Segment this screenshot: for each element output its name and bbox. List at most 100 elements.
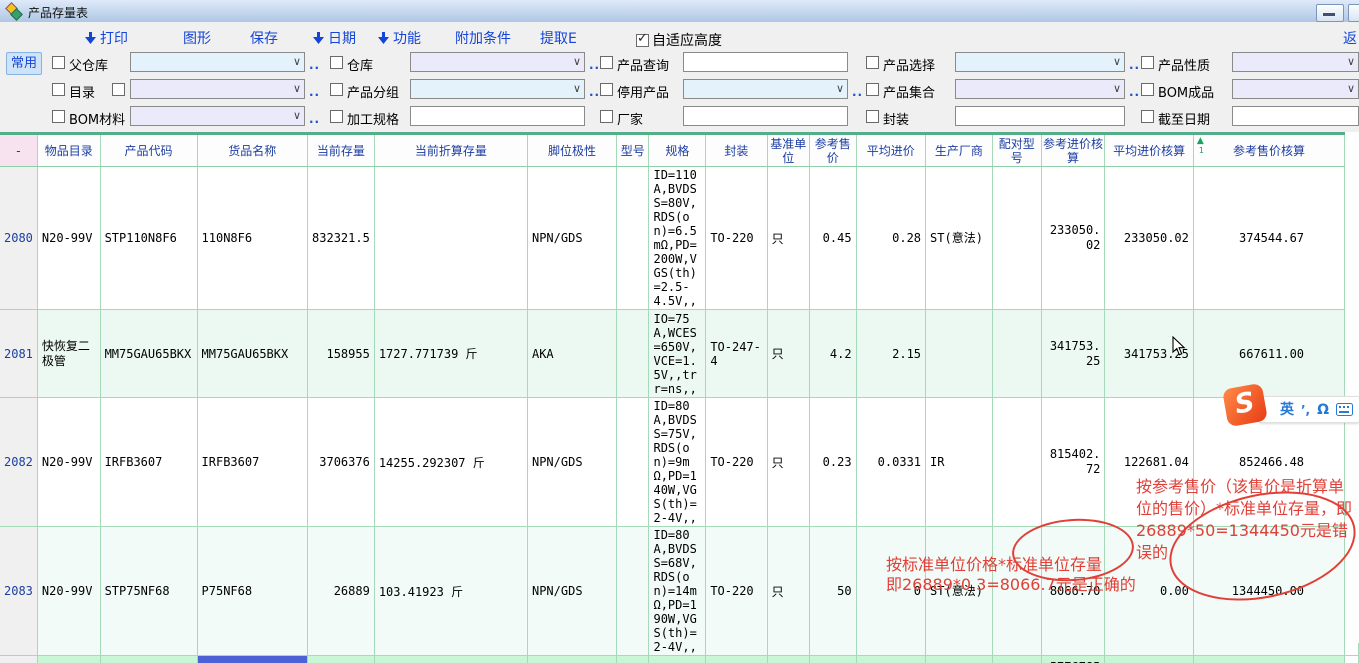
browse-dots-button[interactable]: .. bbox=[589, 85, 600, 99]
cell-model[interactable] bbox=[617, 398, 649, 527]
keyboard-icon[interactable] bbox=[1336, 403, 1353, 416]
cell-product-name[interactable]: MM75GAU65BKX bbox=[197, 310, 308, 398]
cell-pin-polarity[interactable]: NPN/GDS bbox=[527, 527, 616, 656]
cell-ref-price-calc[interactable]: 667611.00 bbox=[1193, 310, 1344, 398]
cell-pin-polarity[interactable]: AKA bbox=[527, 310, 616, 398]
cell-base-unit[interactable]: 只 bbox=[767, 656, 809, 663]
col-header-rownum[interactable]: - bbox=[0, 134, 37, 167]
col-header-ref-price-calc[interactable]: ▲1参考售价核算 bbox=[1193, 134, 1344, 167]
english-mode-icon[interactable]: 英 bbox=[1280, 403, 1294, 417]
cell-avg-cost-calc[interactable]: 233050.02 bbox=[1105, 167, 1193, 310]
col-header-model[interactable]: 型号 bbox=[617, 134, 649, 167]
cell-current-stock[interactable]: 3706376 bbox=[308, 398, 375, 527]
cell-model[interactable] bbox=[617, 167, 649, 310]
col-header-avg-cost[interactable]: 平均进价 bbox=[856, 134, 925, 167]
tab-common[interactable]: 常用 bbox=[6, 52, 42, 75]
col-header-manufacturer[interactable]: 生产厂商 bbox=[926, 134, 993, 167]
cell-product-name[interactable]: P75NF68 bbox=[197, 527, 308, 656]
col-header-ref-cost-calc[interactable]: 参考进价核算 bbox=[1041, 134, 1105, 167]
cell-ref-price[interactable]: 4.2 bbox=[809, 310, 856, 398]
filter-input[interactable] bbox=[410, 106, 585, 126]
cell-converted-stock[interactable]: 3667.8 斤 bbox=[374, 656, 527, 663]
filter-input[interactable] bbox=[955, 106, 1125, 126]
cell-converted-stock[interactable]: 1727.771739 斤 bbox=[374, 310, 527, 398]
cell-current-stock[interactable]: 26889 bbox=[308, 527, 375, 656]
cell-item-category[interactable]: N20-99V bbox=[37, 398, 100, 527]
col-header-spec[interactable]: 规格 bbox=[649, 134, 706, 167]
cell-ref-price-calc[interactable]: 23840700.00 bbox=[1193, 656, 1344, 663]
col-header-product-name[interactable]: 货品名称 bbox=[197, 134, 308, 167]
cell-ref-cost-calc[interactable]: 815402.72 bbox=[1041, 398, 1105, 527]
sogou-ime-toolbar[interactable]: 英 ’, Ω bbox=[1258, 396, 1359, 423]
col-header-item-category[interactable]: 物品目录 bbox=[37, 134, 100, 167]
cell-item-category[interactable]: 快恢复二极管 bbox=[37, 310, 100, 398]
extra-conditions-button[interactable]: 附加条件 bbox=[455, 28, 511, 48]
cell-package[interactable]: TO-220 bbox=[706, 527, 767, 656]
filter-checkbox[interactable] bbox=[330, 110, 343, 123]
cell-extra[interactable] bbox=[1345, 656, 1359, 663]
cell-avg-cost-calc[interactable]: 43096650.00 bbox=[1105, 656, 1193, 663]
filter-checkbox[interactable] bbox=[600, 83, 613, 96]
filter-checkbox[interactable] bbox=[1141, 110, 1154, 123]
window-button-partial[interactable] bbox=[1348, 4, 1359, 22]
cell-item-category[interactable]: N20-99V bbox=[37, 527, 100, 656]
browse-dots-button[interactable]: .. bbox=[852, 85, 863, 99]
title-bar[interactable]: 产品存量表 bbox=[0, 0, 1359, 23]
filter-checkbox[interactable] bbox=[330, 83, 343, 96]
cell-manufacturer[interactable]: IR bbox=[926, 398, 993, 527]
cell-item-category[interactable]: 其它 bbox=[37, 656, 100, 663]
col-header-converted-stock[interactable]: 当前折算存量 bbox=[374, 134, 527, 167]
col-header-avg-cost-calc[interactable]: 平均进价核算 bbox=[1105, 134, 1193, 167]
cell-converted-stock[interactable]: 103.41923 斤 bbox=[374, 527, 527, 656]
cell-base-unit[interactable]: 只 bbox=[767, 167, 809, 310]
sogou-logo-icon[interactable]: S bbox=[1222, 383, 1268, 427]
cell-spec[interactable]: ID=80A,BVDSS=68V,RDS(on)=14mΩ,PD=190W,VG… bbox=[649, 527, 706, 656]
cell-item-category[interactable]: N20-99V bbox=[37, 167, 100, 310]
cell-avg-cost[interactable]: 2.15 bbox=[856, 310, 925, 398]
cell-product-code[interactable]: MM75GAU65BKX bbox=[100, 310, 197, 398]
cell-converted-stock[interactable] bbox=[374, 167, 527, 310]
cell-model[interactable] bbox=[617, 310, 649, 398]
cell-avg-cost[interactable]: 47 bbox=[856, 656, 925, 663]
filter-dropdown[interactable]: ∨ bbox=[1232, 52, 1359, 72]
cell-rownum[interactable]: 2082 bbox=[0, 398, 37, 527]
browse-dots-button[interactable]: .. bbox=[1129, 58, 1140, 72]
cell-model[interactable] bbox=[617, 656, 649, 663]
cell-package[interactable]: TO-220 bbox=[706, 167, 767, 310]
cell-paired-model[interactable] bbox=[992, 310, 1041, 398]
filter-checkbox[interactable] bbox=[866, 83, 879, 96]
filter-dropdown[interactable]: ∨ bbox=[955, 52, 1125, 72]
filter-checkbox[interactable] bbox=[1141, 83, 1154, 96]
filter-dropdown[interactable]: ∨ bbox=[683, 79, 848, 99]
date-button[interactable]: 日期 bbox=[313, 28, 356, 48]
extract-button[interactable]: 提取E bbox=[540, 28, 577, 48]
cell-package[interactable]: TO-247-4 bbox=[706, 310, 767, 398]
cell-rownum[interactable]: 2081 bbox=[0, 310, 37, 398]
cell-model[interactable] bbox=[617, 527, 649, 656]
sort-ascending-icon[interactable]: ▲1 bbox=[1197, 137, 1204, 155]
minimize-button[interactable] bbox=[1316, 4, 1344, 22]
filter-checkbox[interactable] bbox=[52, 83, 65, 96]
filter-dropdown[interactable]: ∨ bbox=[130, 52, 305, 72]
filter-checkbox[interactable] bbox=[330, 56, 343, 69]
filter-dropdown[interactable]: ∨ bbox=[410, 79, 585, 99]
filter-checkbox[interactable] bbox=[866, 110, 879, 123]
cell-paired-model[interactable] bbox=[992, 167, 1041, 310]
cell-spec[interactable]: ID=110A,BVDSS=80V,RDS(on)=6.5mΩ,PD=200W,… bbox=[649, 167, 706, 310]
cell-paired-model[interactable] bbox=[992, 656, 1041, 663]
filter-checkbox[interactable] bbox=[866, 56, 879, 69]
toolbar-cut-label[interactable]: 返 bbox=[1343, 28, 1357, 48]
function-button[interactable]: 功能 bbox=[378, 28, 421, 48]
col-header-product-code[interactable]: 产品代码 bbox=[100, 134, 197, 167]
cell-rownum[interactable]: 2084 bbox=[0, 656, 37, 663]
cell-spec[interactable]: IO=75A,WCES=650V,VCE=1.5V,,trr=ns,, bbox=[649, 310, 706, 398]
col-header-paired-model[interactable]: 配对型号 bbox=[992, 134, 1041, 167]
filter-dropdown[interactable]: ∨ bbox=[410, 52, 585, 72]
print-button[interactable]: 打印 bbox=[85, 28, 128, 48]
auto-height-checkbox[interactable]: ✓ 自适应高度 bbox=[636, 30, 722, 50]
cell-current-stock[interactable]: 158955 bbox=[308, 310, 375, 398]
filter-checkbox[interactable] bbox=[600, 110, 613, 123]
filter-checkbox[interactable] bbox=[52, 56, 65, 69]
filter-checkbox[interactable] bbox=[1141, 56, 1154, 69]
cell-avg-cost[interactable]: 0.28 bbox=[856, 167, 925, 310]
